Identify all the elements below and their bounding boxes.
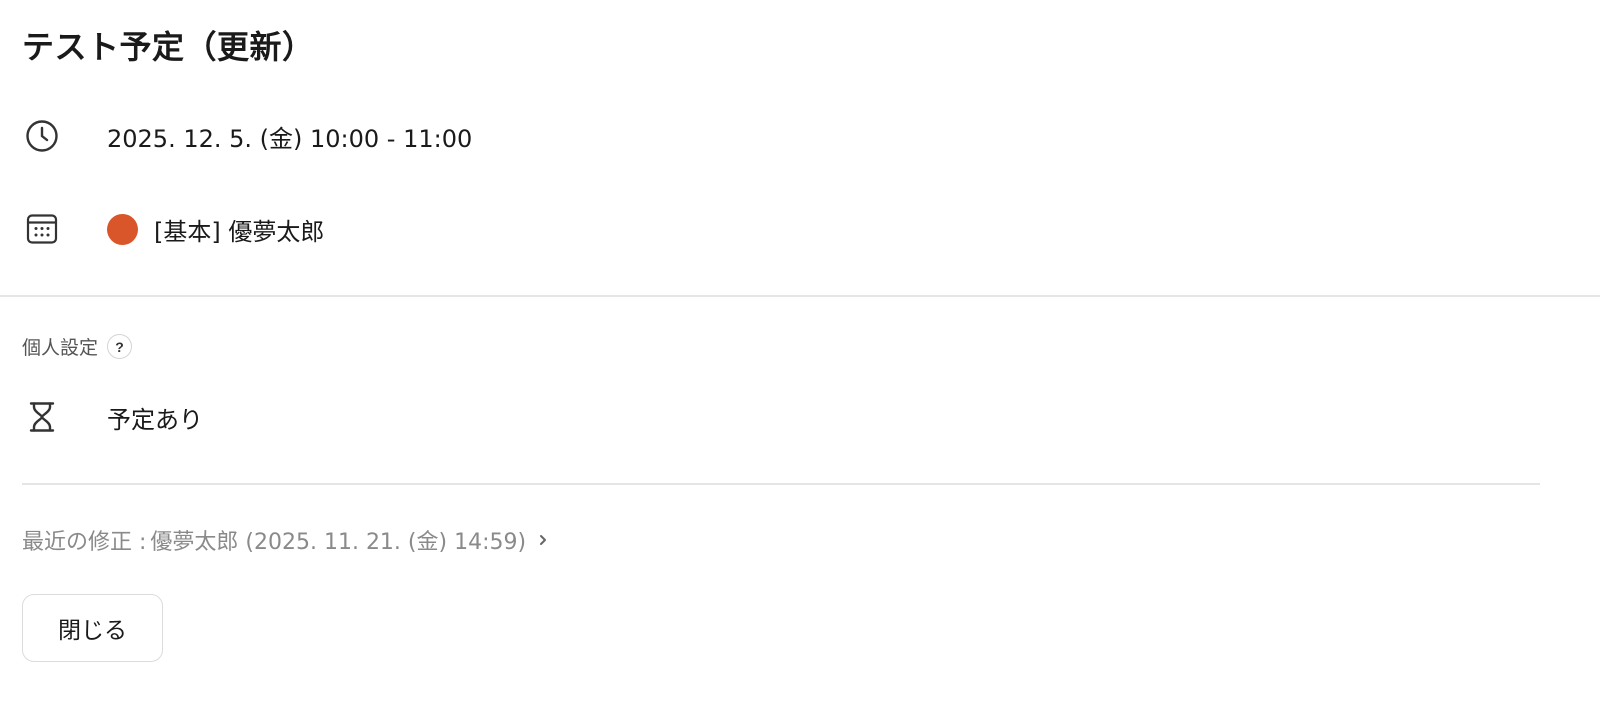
event-time-row: 2025. 12. 5. (金) 10:00 - 11:00	[22, 116, 472, 156]
event-detail-panel: テスト予定（更新） 2025. 12. 5. (金) 10:00 - 11:00	[0, 0, 1600, 710]
clock-icon	[22, 116, 62, 156]
personal-settings-heading: 個人設定 ?	[22, 333, 133, 360]
chevron-right-icon	[538, 533, 548, 547]
calendar-label-group: [基本] 優夢太郎	[107, 212, 324, 247]
last-modified-label: 最近の修正 :	[22, 530, 147, 555]
section-divider	[0, 295, 1600, 297]
availability-row: 予定あり	[22, 397, 203, 437]
personal-settings-label: 個人設定	[22, 337, 99, 359]
close-button[interactable]: 閉じる	[22, 594, 163, 662]
calendar-name: [基本] 優夢太郎	[154, 217, 325, 246]
footer-divider	[22, 483, 1540, 485]
last-modified-link[interactable]: 最近の修正 : 優夢太郎 (2025. 11. 21. (金) 14:59)	[22, 524, 548, 556]
last-modified-detail: 優夢太郎 (2025. 11. 21. (金) 14:59)	[150, 530, 527, 555]
hourglass-icon	[22, 397, 62, 437]
calendar-color-dot	[107, 213, 138, 245]
availability-status: 予定あり	[107, 405, 203, 434]
event-datetime: 2025. 12. 5. (金) 10:00 - 11:00	[107, 124, 473, 153]
event-calendar-row: [基本] 優夢太郎	[22, 209, 324, 249]
calendar-icon	[22, 209, 62, 249]
question-icon[interactable]: ?	[107, 334, 133, 359]
event-title: テスト予定（更新）	[22, 28, 315, 66]
